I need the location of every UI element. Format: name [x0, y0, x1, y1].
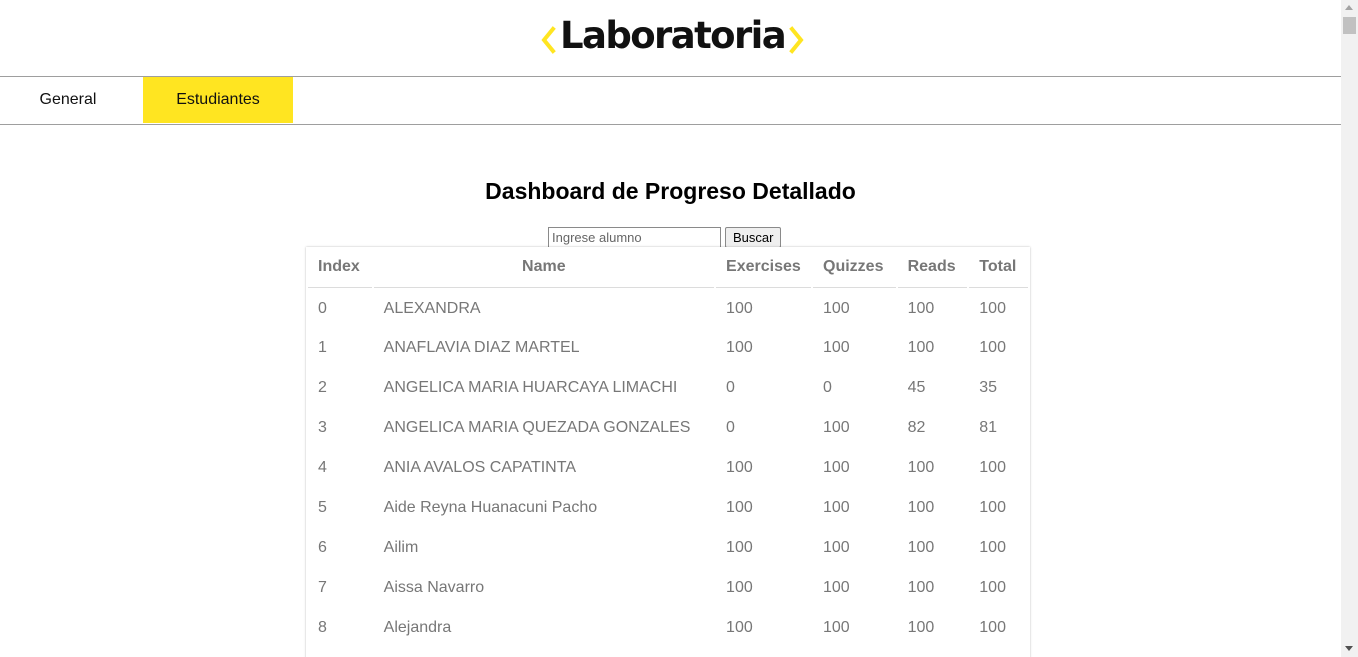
cell-total: 81	[979, 419, 998, 436]
cell-name: ANAFLAVIA DIAZ MARTEL	[383, 339, 580, 356]
table-row[interactable]: 6 Ailim 100 100 100 100	[308, 528, 1028, 568]
progress-table: Index Name Exercises Quizzes Reads Total…	[306, 247, 1030, 648]
cell-total: 100	[979, 339, 1006, 356]
table-row[interactable]: 4 ANIA AVALOS CAPATINTA 100 100 100 100	[308, 448, 1028, 488]
cell-exercises: 100	[726, 339, 753, 356]
column-header-exercises[interactable]: Exercises	[716, 247, 811, 288]
cell-index: 7	[318, 579, 327, 596]
cell-name: Ailim	[383, 539, 419, 556]
cell-reads: 100	[907, 300, 935, 317]
cell-reads: 45	[907, 379, 926, 396]
cell-reads: 100	[907, 339, 935, 356]
column-header-total[interactable]: Total	[969, 247, 1028, 288]
column-header-name[interactable]: Name	[373, 247, 715, 288]
table-row[interactable]: 3 ANGELICA MARIA QUEZADA GONZALES 0 100 …	[308, 408, 1028, 448]
cell-index: 1	[318, 339, 327, 356]
cell-reads: 100	[907, 619, 935, 636]
tab-estudiantes[interactable]: Estudiantes	[143, 77, 293, 123]
cell-quizzes: 0	[823, 379, 832, 396]
table-header-row: Index Name Exercises Quizzes Reads Total	[308, 247, 1028, 288]
table-row[interactable]: 0 ALEXANDRA 100 100 100 100	[308, 288, 1028, 328]
cell-exercises: 100	[726, 539, 753, 556]
cell-name: ANGELICA MARIA QUEZADA GONZALES	[383, 419, 691, 436]
cell-index: 8	[318, 619, 327, 636]
cell-name: ALEXANDRA	[383, 300, 481, 317]
page-scrollbar[interactable]	[1341, 0, 1358, 657]
cell-exercises: 100	[726, 300, 753, 317]
cell-name: Aide Reyna Huanacuni Pacho	[383, 499, 598, 516]
progress-table-card: Index Name Exercises Quizzes Reads Total…	[306, 247, 1030, 657]
tab-general[interactable]: General	[0, 77, 136, 123]
laboratoria-logo[interactable]: Laboratoria	[539, 14, 806, 58]
cell-index: 3	[318, 419, 327, 436]
cell-quizzes: 100	[823, 459, 850, 476]
cell-total: 100	[979, 499, 1006, 516]
cell-index: 0	[318, 300, 327, 317]
nav-bar: General Estudiantes	[0, 76, 1341, 125]
page-title: Dashboard de Progreso Detallado	[485, 178, 856, 204]
cell-name: Alejandra	[383, 619, 452, 636]
table-row[interactable]: 1 ANAFLAVIA DIAZ MARTEL 100 100 100 100	[308, 328, 1028, 368]
table-row[interactable]: 2 ANGELICA MARIA HUARCAYA LIMACHI 0 0 45…	[308, 368, 1028, 408]
cell-exercises: 100	[726, 579, 753, 596]
column-header-quizzes[interactable]: Quizzes	[813, 247, 896, 288]
cell-total: 100	[979, 539, 1006, 556]
cell-quizzes: 100	[823, 499, 850, 516]
cell-reads: 100	[907, 539, 935, 556]
cell-name: ANGELICA MARIA HUARCAYA LIMACHI	[383, 379, 678, 396]
cell-quizzes: 100	[823, 539, 850, 556]
cell-reads: 82	[907, 419, 926, 436]
cell-quizzes: 100	[823, 419, 850, 436]
search-form: Buscar	[548, 227, 782, 248]
cell-total: 100	[979, 619, 1006, 636]
search-button[interactable]: Buscar	[725, 227, 782, 248]
cell-quizzes: 100	[823, 339, 850, 356]
cell-reads: 100	[907, 459, 935, 476]
cell-total: 35	[979, 379, 998, 396]
cell-total: 100	[979, 459, 1006, 476]
scroll-down-arrow-icon[interactable]	[1345, 646, 1353, 651]
cell-exercises: 0	[726, 419, 735, 436]
cell-index: 4	[318, 459, 327, 476]
cell-exercises: 0	[726, 379, 735, 396]
column-header-index[interactable]: Index	[308, 247, 372, 288]
cell-exercises: 100	[726, 499, 753, 516]
cell-reads: 100	[907, 579, 935, 596]
cell-quizzes: 100	[823, 300, 850, 317]
cell-exercises: 100	[726, 459, 753, 476]
cell-name: Aissa Navarro	[383, 579, 485, 596]
cell-index: 2	[318, 379, 327, 396]
table-row[interactable]: 5 Aide Reyna Huanacuni Pacho 100 100 100…	[308, 488, 1028, 528]
cell-total: 100	[979, 579, 1006, 596]
scroll-thumb[interactable]	[1343, 17, 1356, 34]
cell-exercises: 100	[726, 619, 753, 636]
cell-index: 5	[318, 499, 327, 516]
table-row[interactable]: 8 Alejandra 100 100 100 100	[308, 608, 1028, 648]
chevron-left-icon	[541, 26, 556, 54]
cell-total: 100	[979, 300, 1006, 317]
search-input[interactable]	[548, 227, 721, 248]
column-header-reads[interactable]: Reads	[897, 247, 968, 288]
cell-reads: 100	[907, 499, 935, 516]
scroll-up-arrow-icon[interactable]	[1345, 5, 1353, 10]
cell-name: ANIA AVALOS CAPATINTA	[383, 459, 576, 476]
table-row[interactable]: 7 Aissa Navarro 100 100 100 100	[308, 568, 1028, 608]
header: Laboratoria	[0, 0, 1341, 76]
cell-quizzes: 100	[823, 579, 850, 596]
cell-quizzes: 100	[823, 619, 850, 636]
logo-text: Laboratoria	[560, 14, 787, 57]
chevron-right-icon	[789, 26, 804, 54]
cell-index: 6	[318, 539, 327, 556]
